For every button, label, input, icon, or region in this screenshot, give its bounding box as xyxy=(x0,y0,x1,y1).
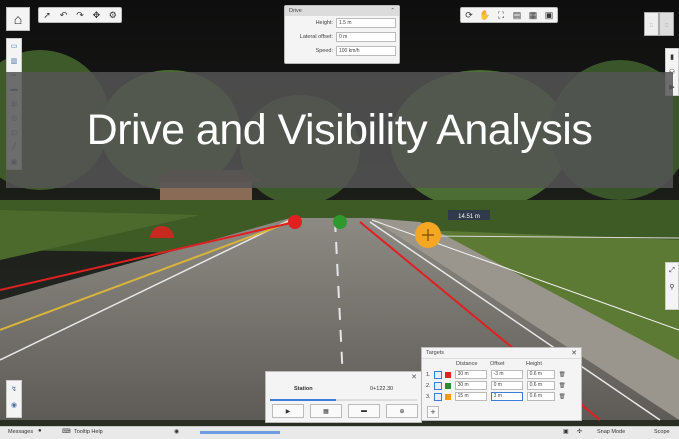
speed-label: Speed: xyxy=(315,48,333,54)
image-icon[interactable]: ▣ xyxy=(563,428,569,435)
settings-icon[interactable]: ◉ xyxy=(9,400,19,410)
home-button[interactable]: ⌂ xyxy=(6,7,30,31)
lateral-offset-label: Lateral offset: xyxy=(299,34,333,40)
trash-icon[interactable]: 🗑 xyxy=(559,383,566,389)
edit-toolbar: ➚ ↶ ↷ ✥ ⚙ xyxy=(38,7,122,23)
station-panel: ✕ Station 0+122.30 ▶ ▦ ▬ ⊕ xyxy=(265,371,422,423)
crosshair-icon: ⊕ xyxy=(399,408,405,415)
target-color-swatch[interactable] xyxy=(444,371,451,378)
load-progress-bar xyxy=(200,431,280,434)
targets-title: Targets xyxy=(426,350,445,356)
chat-icon[interactable]: ▮ xyxy=(667,52,677,61)
trash-icon[interactable]: 🗑 xyxy=(559,372,566,378)
stop-button[interactable]: ▬ xyxy=(348,404,380,418)
lateral-offset-input[interactable]: 0 m xyxy=(336,32,396,42)
undo-icon[interactable]: ↶ xyxy=(57,8,71,22)
select-icon[interactable]: ➚ xyxy=(40,8,54,22)
record-button[interactable]: ▦ xyxy=(310,404,342,418)
measure-icon[interactable]: ✥ xyxy=(89,8,103,22)
column-height: Height xyxy=(526,361,542,367)
target-row: 2. 30 m 0 m 0.6 m 🗑 xyxy=(426,381,566,390)
drive-panel: Drive ⌃ Height: 1.5 m Lateral offset: 0 m S… xyxy=(284,5,400,64)
target-marker-red[interactable] xyxy=(288,215,302,229)
orbit-icon[interactable]: ⟳ xyxy=(462,8,476,22)
row-index: 3. xyxy=(426,393,431,400)
scope-button[interactable]: Scope xyxy=(654,429,670,435)
panel-icon[interactable]: ▣ xyxy=(542,8,556,22)
target-color-swatch[interactable] xyxy=(444,382,451,389)
title-banner: Drive and Visibility Analysis xyxy=(6,72,673,188)
zoom-extent-icon[interactable]: ⤢ xyxy=(667,266,677,276)
target-marker-green[interactable] xyxy=(333,215,347,229)
play-icon: ▶ xyxy=(285,408,291,415)
gear-icon[interactable]: ⚙ xyxy=(106,8,120,22)
status-bar: Messages ● ⌨ Tooltip Help ◉ ▣ ✣ Snap Mod… xyxy=(0,426,679,439)
trash-icon[interactable]: 🗑 xyxy=(559,394,566,400)
tooltip-help-toggle[interactable]: Tooltip Help xyxy=(74,429,103,435)
distance-input[interactable]: 30 m xyxy=(454,381,487,390)
target-color-swatch[interactable] xyxy=(444,393,451,400)
left-bottom-sidebar: ↯ ◉ xyxy=(6,380,22,418)
eye-icon[interactable]: ◉ xyxy=(174,428,179,435)
layer-tool-icon[interactable]: ▭ xyxy=(9,42,19,50)
snap-icon[interactable]: ✣ xyxy=(577,428,582,435)
calendar-icon[interactable]: ▦ xyxy=(526,8,540,22)
bell-icon[interactable]: ● xyxy=(38,428,42,434)
station-slider[interactable] xyxy=(270,399,417,401)
drive-panel-title: Drive xyxy=(289,8,302,14)
offset-input[interactable]: -3 m xyxy=(490,370,523,379)
close-icon[interactable]: ✕ xyxy=(411,373,417,381)
navigate-icon[interactable]: ↯ xyxy=(9,384,19,394)
layers-icon[interactable]: ▤ xyxy=(510,8,524,22)
target-checkbox[interactable] xyxy=(433,392,442,401)
target-checkbox[interactable] xyxy=(433,381,442,390)
distance-input[interactable]: 15 m xyxy=(454,392,487,401)
offset-input[interactable]: 0 m xyxy=(490,381,523,390)
banner-title: Drive and Visibility Analysis xyxy=(86,105,593,154)
locate-button[interactable]: ⊕ xyxy=(386,404,418,418)
keyboard-icon: ⌨ xyxy=(62,429,71,435)
redo-icon[interactable]: ↷ xyxy=(73,8,87,22)
view-cube[interactable]: ⬚ ⬚ xyxy=(644,12,674,36)
target-checkbox[interactable] xyxy=(433,370,442,379)
station-slider-fill xyxy=(270,399,337,401)
offset-input[interactable]: 3 m xyxy=(490,392,523,401)
collapse-icon[interactable]: ⌃ xyxy=(390,8,395,14)
target-row: 1. 30 m -3 m 0.6 m 🗑 xyxy=(426,370,566,379)
row-index: 2. xyxy=(426,382,431,389)
home-icon: ⌂ xyxy=(13,11,23,27)
distance-badge: 14.51 m xyxy=(458,214,480,220)
film-icon: ▦ xyxy=(323,408,329,415)
distance-input[interactable]: 30 m xyxy=(454,370,487,379)
close-icon[interactable]: ✕ xyxy=(571,349,577,357)
target-row: 3. 15 m 3 m 0.6 m 🗑 xyxy=(426,392,566,401)
row-index: 1. xyxy=(426,371,431,378)
view-cube-left-face[interactable]: ⬚ xyxy=(644,12,659,36)
height-input[interactable]: 1.5 m xyxy=(336,18,396,28)
height-label: Height: xyxy=(315,20,333,26)
pan-icon[interactable]: ✋ xyxy=(478,8,492,22)
messages-button[interactable]: Messages xyxy=(8,429,33,435)
search-icon[interactable]: ⚲ xyxy=(667,282,677,292)
targets-panel: Targets ✕ Distance Offset Height 1. 30 m … xyxy=(421,347,582,421)
height-input[interactable]: 0.6 m xyxy=(526,381,555,390)
column-distance: Distance xyxy=(456,361,478,367)
column-offset: Offset xyxy=(490,361,505,367)
snap-mode-button[interactable]: Snap Mode xyxy=(597,429,625,435)
minus-icon: ▬ xyxy=(361,408,367,414)
play-button[interactable]: ▶ xyxy=(272,404,304,418)
fit-view-icon[interactable]: ⛶ xyxy=(494,8,508,22)
view-toolbar: ⟳ ✋ ⛶ ▤ ▦ ▣ xyxy=(460,7,558,23)
height-input[interactable]: 0.6 m xyxy=(526,392,555,401)
view-cube-right-face[interactable]: ⬚ xyxy=(659,12,674,36)
station-value: 0+122.30 xyxy=(370,386,394,392)
right-bottom-sidebar: ⤢ ⚲ xyxy=(665,262,679,310)
add-target-button[interactable]: + xyxy=(427,406,439,418)
section-tool-icon[interactable]: ▥ xyxy=(9,56,19,65)
station-label: Station xyxy=(294,386,313,392)
height-input[interactable]: 0.6 m xyxy=(526,370,555,379)
speed-input[interactable]: 100 km/h xyxy=(336,46,396,56)
